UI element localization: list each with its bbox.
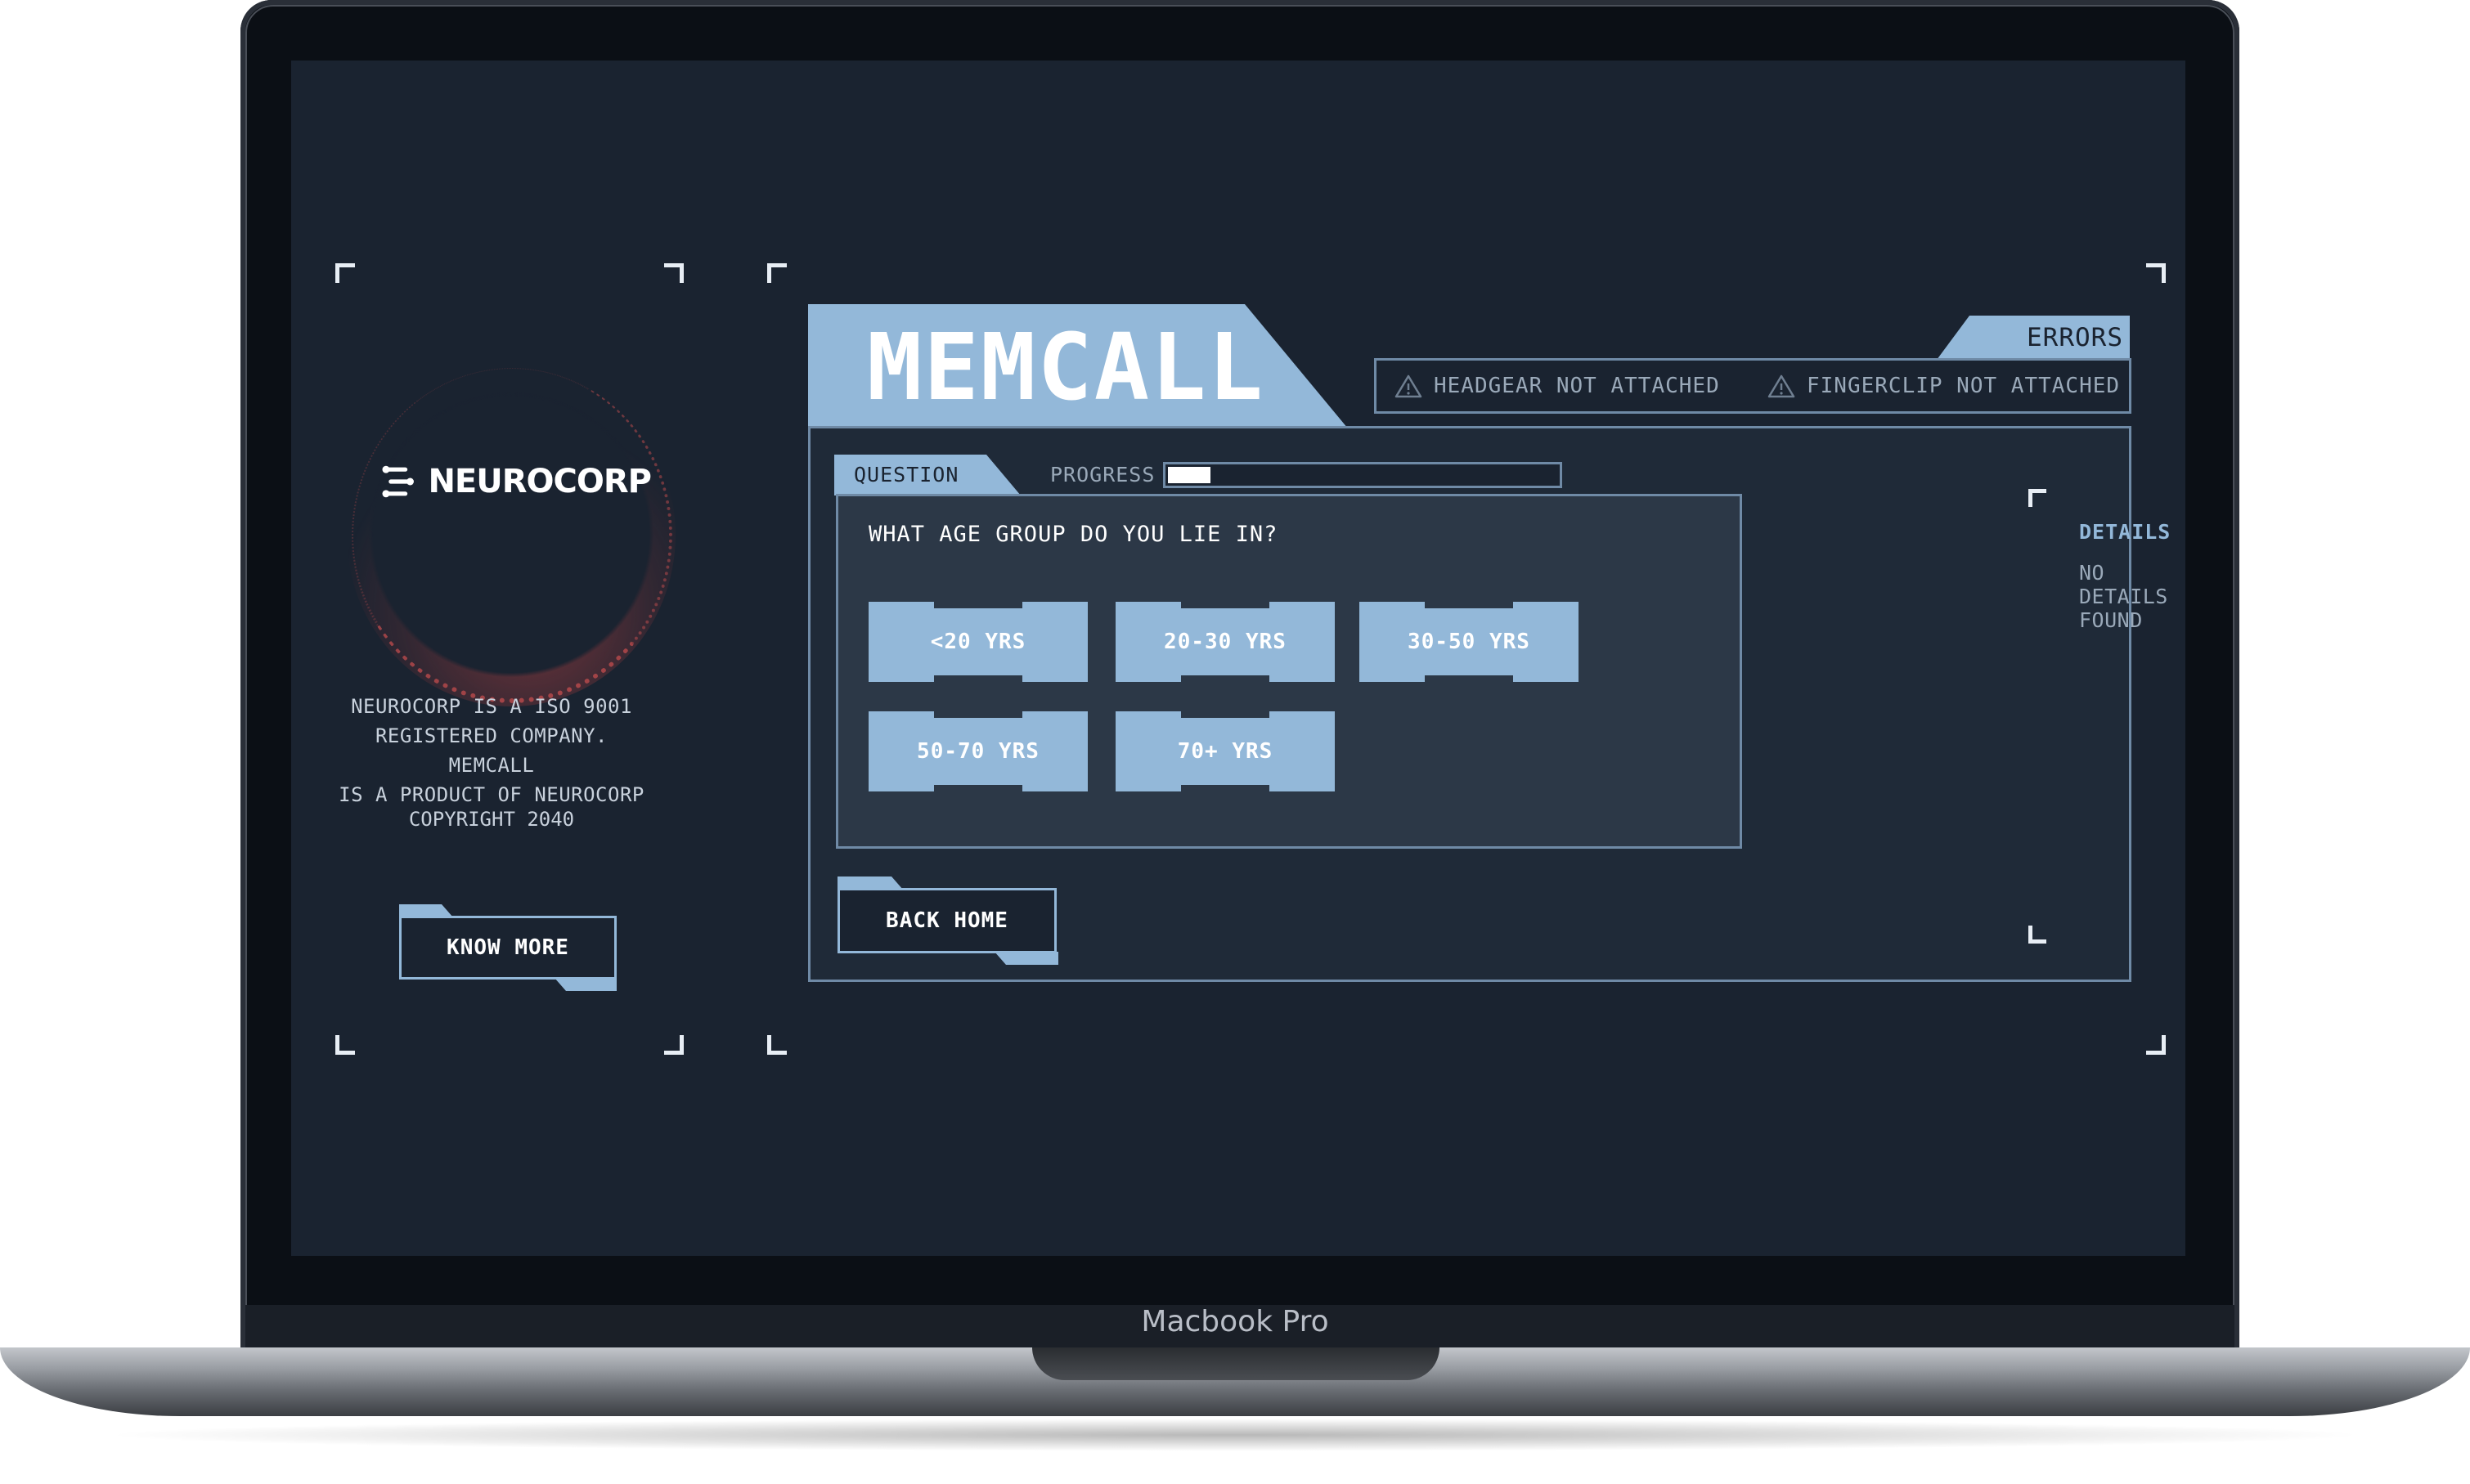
know-more-button[interactable]: KNOW MORE <box>399 916 617 980</box>
option-30-50[interactable]: 30-50 YRS <box>1359 602 1579 682</box>
question-text: WHAT AGE GROUP DO YOU LIE IN? <box>869 522 1278 547</box>
globe-particles <box>352 368 672 703</box>
neurocorp-logo-icon <box>382 465 414 498</box>
error-text: HEADGEAR NOT ATTACHED <box>1434 374 1720 398</box>
option-70-plus[interactable]: 70+ YRS <box>1116 711 1335 791</box>
errors-box: HEADGEAR NOT ATTACHED FINGERCLIP NOT ATT… <box>1374 358 2131 414</box>
errors-label: ERRORS <box>2027 323 2123 352</box>
main-panel-corner-br <box>2146 1035 2166 1055</box>
device-model-label: Macbook Pro <box>1141 1305 1329 1338</box>
about-line: NEUROCORP IS A ISO 9001 <box>351 695 632 718</box>
app-title: MEMCALL <box>867 315 1265 421</box>
left-panel-corner-bl <box>335 1035 355 1055</box>
know-more-deco-bottom <box>555 978 617 991</box>
left-panel-corner-tr <box>664 263 684 283</box>
error-text: FINGERCLIP NOT ATTACHED <box>1807 374 2121 398</box>
option-under-20[interactable]: <20 YRS <box>869 602 1088 682</box>
about-line: IS A PRODUCT OF NEUROCORP <box>339 783 644 806</box>
main-panel-corner-tr <box>2146 263 2166 283</box>
error-item-fingerclip: FINGERCLIP NOT ATTACHED <box>1767 361 2120 411</box>
brand-logo: NEUROCORP <box>381 455 652 509</box>
option-50-70[interactable]: 50-70 YRS <box>869 711 1088 791</box>
details-text: NO DETAILS FOUND <box>2079 561 2168 632</box>
brand-name: NEUROCORP <box>428 463 652 500</box>
left-panel-corner-br <box>664 1035 684 1055</box>
app-screen: NEUROCORP NEUROCORP IS A ISO 9001 REGIST… <box>291 61 2185 1256</box>
main-panel-corner-bl <box>767 1035 787 1055</box>
about-text: NEUROCORP IS A ISO 9001 REGISTERED COMPA… <box>332 692 651 809</box>
copyright-text: COPYRIGHT 2040 <box>408 808 575 831</box>
progress-bar <box>1163 462 1562 488</box>
warning-icon <box>1767 374 1795 398</box>
progress-label: PROGRESS <box>1050 463 1156 486</box>
laptop-shadow <box>98 1419 2372 1451</box>
details-corner-tl <box>2028 489 2046 507</box>
error-item-headgear: HEADGEAR NOT ATTACHED <box>1394 361 1720 411</box>
option-20-30[interactable]: 20-30 YRS <box>1116 602 1335 682</box>
details-heading: DETAILS <box>2079 520 2171 544</box>
main-panel-corner-tl <box>767 263 787 283</box>
left-panel-corner-tl <box>335 263 355 283</box>
progress-bar-fill <box>1168 467 1210 483</box>
warning-icon <box>1394 374 1422 398</box>
laptop-notch <box>1032 1347 1439 1380</box>
about-line: REGISTERED COMPANY. MEMCALL <box>375 724 609 777</box>
back-home-button[interactable]: BACK HOME <box>838 888 1057 953</box>
question-tab-label: QUESTION <box>854 463 959 486</box>
details-corner-bl <box>2028 926 2046 944</box>
